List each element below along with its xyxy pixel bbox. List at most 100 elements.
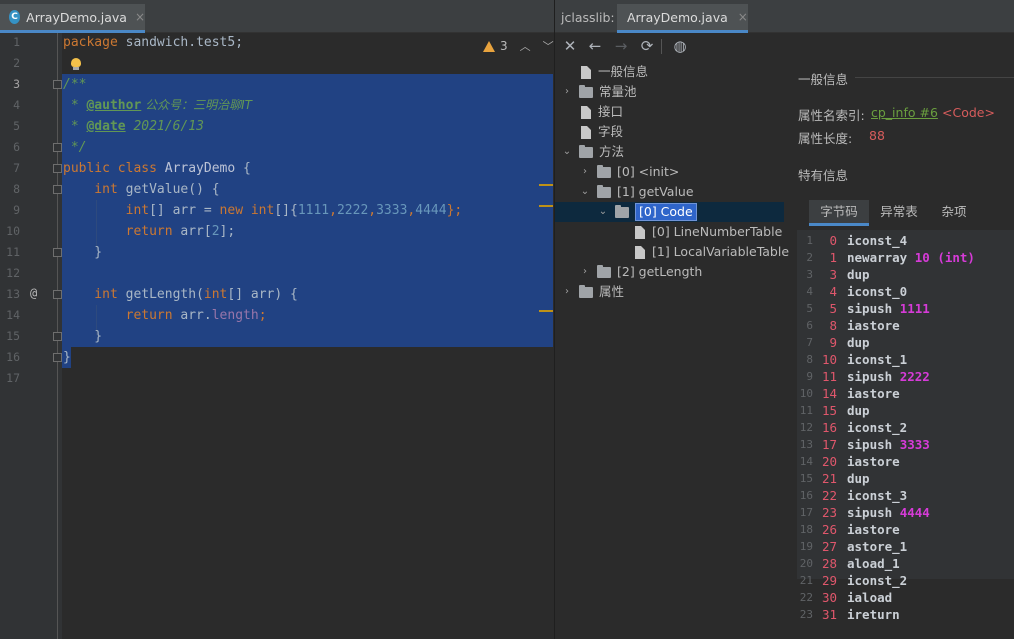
bytecode-row[interactable]: 8 10 iconst_1 (797, 351, 1014, 368)
bytecode-row[interactable]: 17 23 sipush 4444 (797, 504, 1014, 521)
tree-node[interactable]: [1] LocalVariableTable (615, 242, 789, 262)
code-line[interactable]: return arr[2]; (63, 221, 236, 242)
bytecode-row[interactable]: 21 29 iconst_2 (797, 572, 1014, 589)
bytecode-offset: 23 (821, 505, 837, 520)
chevron-down-icon[interactable]: ⌄ (597, 202, 609, 222)
tree-node[interactable]: ⌄ [0] Code (597, 202, 697, 222)
chevron-right-icon[interactable]: › (561, 82, 573, 102)
fold-toggle-icon[interactable] (53, 185, 62, 194)
bytecode-row[interactable]: 1 0 iconst_4 (797, 232, 1014, 249)
code-line[interactable]: } (63, 347, 71, 368)
close-tab-icon[interactable]: × (135, 10, 145, 24)
fold-toggle-icon[interactable] (53, 80, 62, 89)
fold-toggle-icon[interactable] (53, 143, 62, 152)
bytecode-offset: 28 (821, 556, 837, 571)
code-line[interactable]: int getLength(int[] arr) { (63, 284, 298, 305)
cp-info-link[interactable]: cp_info #6 (871, 105, 938, 120)
chevron-down-icon[interactable]: ⌄ (561, 142, 573, 162)
bytecode-row[interactable]: 6 8 iastore (797, 317, 1014, 334)
bytecode-row[interactable]: 13 17 sipush 3333 (797, 436, 1014, 453)
code-line[interactable]: } (63, 242, 102, 263)
tree-node[interactable]: › 属性 (561, 282, 624, 302)
back-arrow-icon[interactable]: ← (586, 37, 604, 55)
override-gutter-icon[interactable]: @ (30, 286, 37, 300)
bytecode-row[interactable]: 3 3 dup (797, 266, 1014, 283)
code-editor[interactable]: C ArrayDemo.java × 1 2 3 4 5 6 7 8 9 10 11 12 13 14 15… (0, 0, 554, 639)
fold-toggle-icon[interactable] (53, 248, 62, 257)
class-structure-tree[interactable]: 一般信息 › 常量池 接口 字段 ⌄ 方法 › [0] <init> ⌄ [1] getValue ⌄… (555, 62, 789, 639)
chevron-down-icon[interactable]: ⌄ (579, 182, 591, 202)
error-stripe-mark[interactable] (539, 310, 553, 312)
chevron-right-icon[interactable]: › (579, 262, 591, 282)
code-line[interactable]: int[] arr = new int[]{1111,2222,3333,444… (63, 200, 463, 221)
close-icon[interactable]: ✕ (561, 37, 579, 55)
bytecode-row[interactable]: 19 27 astore_1 (797, 538, 1014, 555)
chevron-right-icon[interactable]: › (579, 162, 591, 182)
fold-toggle-icon[interactable] (53, 164, 62, 173)
bytecode-row[interactable]: 11 15 dup (797, 402, 1014, 419)
web-globe-icon[interactable]: ◍ (671, 37, 689, 55)
tree-node[interactable]: 字段 (561, 122, 623, 142)
lightbulb-icon[interactable] (71, 58, 81, 70)
forward-arrow-icon[interactable]: → (612, 37, 630, 55)
jclasslib-file-tab[interactable]: ArrayDemo.java × (617, 4, 748, 33)
code-line[interactable]: package sandwich.test5; (63, 32, 243, 53)
chevron-down-icon[interactable]: ﹀ (543, 38, 554, 54)
opcode: dup (847, 471, 870, 486)
bytecode-row[interactable]: 20 28 aload_1 (797, 555, 1014, 572)
editor-tab-label: ArrayDemo.java (26, 9, 127, 25)
bytecode-row[interactable]: 7 9 dup (797, 334, 1014, 351)
code-line[interactable]: * @author 公众号：三明治聊IT (63, 95, 252, 116)
bytecode-row[interactable]: 2 1 newarray 10 (int) (797, 249, 1014, 266)
error-stripe-mark[interactable] (539, 205, 553, 207)
code-line[interactable]: int getValue() { (63, 179, 219, 200)
code-line[interactable]: */ (63, 137, 87, 158)
inspection-widget[interactable]: 3 ︿ ﹀ (483, 37, 554, 55)
code-line[interactable]: /** (63, 74, 86, 95)
refresh-icon[interactable]: ⟳ (638, 37, 656, 55)
code-line[interactable]: } (63, 326, 102, 347)
bytecode-row[interactable]: 9 11 sipush 2222 (797, 368, 1014, 385)
bytecode-row[interactable]: 5 5 sipush 1111 (797, 300, 1014, 317)
error-stripe-mark[interactable] (539, 184, 553, 186)
bytecode-row[interactable]: 16 22 iconst_3 (797, 487, 1014, 504)
bytecode-row[interactable]: 18 26 iastore (797, 521, 1014, 538)
tree-node[interactable]: 一般信息 (561, 62, 648, 82)
code-line[interactable]: return arr.length; (63, 305, 267, 326)
bytecode-row[interactable]: 15 21 dup (797, 470, 1014, 487)
fold-toggle-icon[interactable] (53, 353, 62, 362)
bytecode-offset: 0 (829, 233, 837, 248)
bytecode-row[interactable]: 4 4 iconst_0 (797, 283, 1014, 300)
bytecode-row[interactable]: 10 14 iastore (797, 385, 1014, 402)
code-line[interactable]: * @date 2021/6/13 (63, 116, 204, 137)
bytecode-line-number: 17 (799, 506, 813, 519)
chevron-up-icon[interactable]: ︿ (520, 38, 531, 54)
tree-node[interactable]: › 常量池 (561, 82, 637, 102)
fold-toggle-icon[interactable] (53, 332, 62, 341)
bytecode-offset: 4 (829, 284, 837, 299)
fold-toggle-icon[interactable] (53, 290, 62, 299)
bytecode-offset: 17 (821, 437, 837, 452)
close-tab-icon[interactable]: × (738, 10, 748, 24)
bytecode-row[interactable]: 14 20 iastore (797, 453, 1014, 470)
code-line[interactable]: public class ArrayDemo { (63, 158, 251, 179)
bytecode-row[interactable]: 22 30 iaload (797, 589, 1014, 606)
tree-node[interactable]: 接口 (561, 102, 623, 122)
opcode: dup (847, 267, 870, 282)
chevron-right-icon[interactable]: › (561, 282, 573, 302)
tab-bytecode[interactable]: 字节码 (809, 200, 869, 226)
tree-node[interactable]: › [2] getLength (579, 262, 702, 282)
tree-node[interactable]: [0] LineNumberTable (615, 222, 782, 242)
tree-node[interactable]: ⌄ 方法 (561, 142, 624, 162)
editor-file-tab[interactable]: C ArrayDemo.java × (0, 4, 145, 33)
folder-icon (597, 264, 611, 278)
bytecode-line-number: 8 (806, 353, 813, 366)
tab-misc[interactable]: 杂项 (933, 200, 975, 226)
bytecode-row[interactable]: 12 16 iconst_2 (797, 419, 1014, 436)
tab-exception-table[interactable]: 异常表 (874, 200, 924, 226)
tree-node[interactable]: ⌄ [1] getValue (579, 182, 694, 202)
bytecode-row[interactable]: 23 31 ireturn (797, 606, 1014, 623)
tree-node[interactable]: › [0] <init> (579, 162, 679, 182)
bytecode-listing[interactable]: 1 0 iconst_4 2 1 newarray 10 (int) 3 3 dup 4 4 icon… (797, 230, 1014, 622)
bytecode-instruction: iconst_2 (847, 572, 907, 589)
